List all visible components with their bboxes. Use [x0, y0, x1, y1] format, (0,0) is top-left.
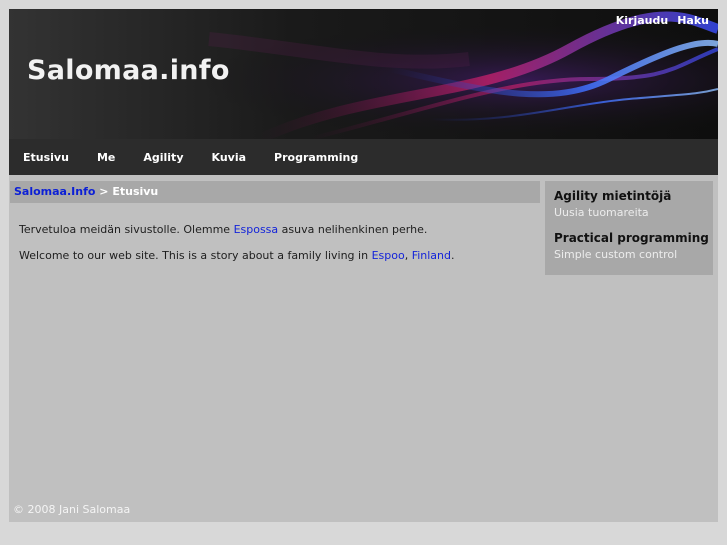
- intro-finnish: Tervetuloa meidän sivustolle. Olemme Esp…: [19, 223, 534, 237]
- period-text: .: [451, 249, 455, 262]
- intro-finnish-text: Tervetuloa meidän sivustolle. Olemme: [19, 223, 234, 236]
- sidebar-title-agility: Agility mietintöjä: [554, 189, 672, 203]
- espossa-link[interactable]: Espossa: [234, 223, 279, 236]
- intro-english: Welcome to our web site. This is a story…: [19, 249, 534, 263]
- nav-item-etusivu[interactable]: Etusivu: [23, 151, 69, 164]
- login-link[interactable]: Kirjaudu: [616, 14, 668, 27]
- header-banner: Salomaa.info Kirjaudu Haku: [9, 9, 718, 139]
- nav-item-kuvia[interactable]: Kuvia: [212, 151, 247, 164]
- main-nav: Etusivu Me Agility Kuvia Programming: [9, 139, 718, 175]
- espoo-link[interactable]: Espoo: [372, 249, 405, 262]
- intro-finnish-text-end: asuva nelihenkinen perhe.: [278, 223, 428, 236]
- search-link[interactable]: Haku: [677, 14, 709, 27]
- breadcrumb: Salomaa.Info > Etusivu: [10, 181, 540, 203]
- footer-copyright: © 2008 Jani Salomaa: [13, 503, 131, 516]
- nav-item-me[interactable]: Me: [97, 151, 115, 164]
- sidebar-link-simple-custom-control[interactable]: Simple custom control: [554, 248, 713, 261]
- breadcrumb-home-link[interactable]: Salomaa.Info: [14, 185, 95, 198]
- top-links: Kirjaudu Haku: [616, 14, 709, 27]
- comma-text: ,: [404, 249, 412, 262]
- sidebar-link-uusia-tuomareita[interactable]: Uusia tuomareita: [554, 206, 713, 219]
- sidebar-title-programming: Practical programming: [554, 231, 709, 245]
- nav-item-programming[interactable]: Programming: [274, 151, 358, 164]
- page: Salomaa.info Kirjaudu Haku Etusivu Me Ag…: [9, 9, 718, 522]
- nav-item-agility[interactable]: Agility: [143, 151, 183, 164]
- main-content: Tervetuloa meidän sivustolle. Olemme Esp…: [19, 223, 534, 275]
- sidebar: Agility mietintöjä Uusia tuomareita Prac…: [545, 181, 713, 275]
- intro-english-text: Welcome to our web site. This is a story…: [19, 249, 372, 262]
- breadcrumb-current: Etusivu: [112, 185, 159, 198]
- finland-link[interactable]: Finland: [412, 249, 451, 262]
- site-title: Salomaa.info: [27, 55, 230, 86]
- breadcrumb-separator: >: [99, 185, 109, 198]
